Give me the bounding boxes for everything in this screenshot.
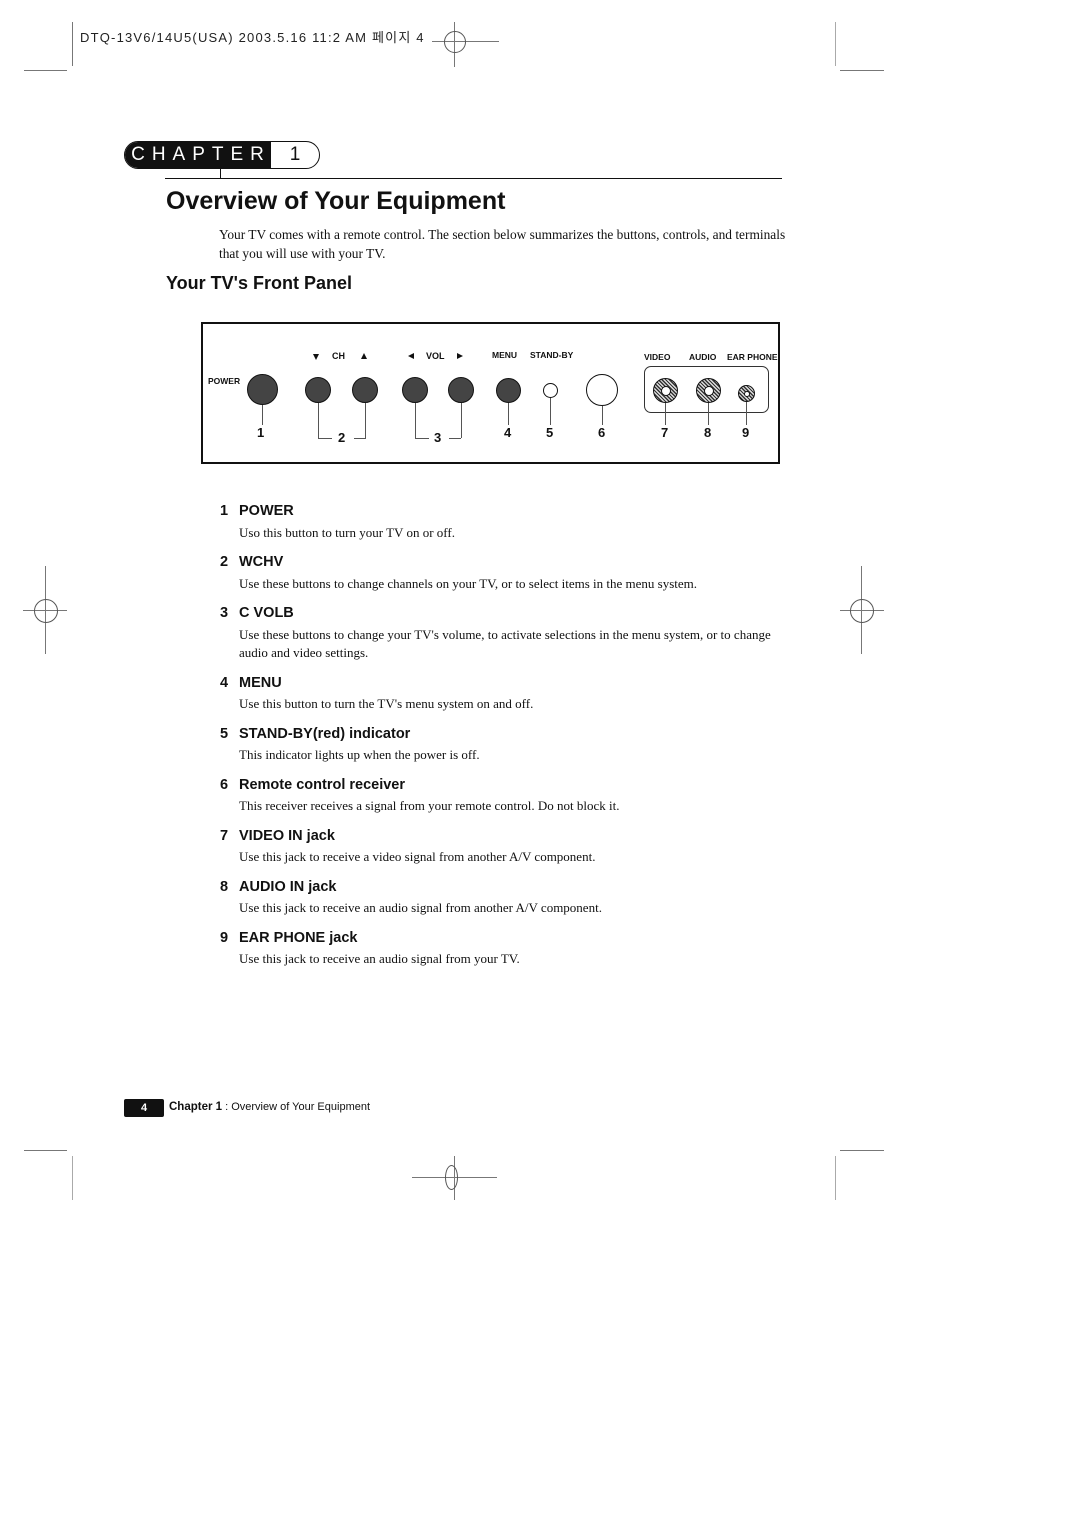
leader-line [262,405,263,425]
section-title: Your TV's Front Panel [166,273,352,293]
callout-number: 8 [704,425,712,440]
crop-mark [840,1150,884,1151]
ch-label: CH [332,351,345,361]
list-item-heading: 7 VIDEO IN jack [220,828,335,844]
footer-chapter: Chapter 1 [169,1101,223,1113]
callout-number: 1 [257,425,265,440]
print-slug: DTQ-13V6/14U5(USA) 2003.5.16 11:2 AM 페이지… [80,30,425,45]
leader-line [449,438,461,439]
chapter-rule [165,178,782,179]
leader-line [746,402,747,425]
running-footer: Chapter 1 : Overview of Your Equipment [169,1101,370,1113]
audio-label: AUDIO [689,352,717,362]
power-label: POWER [208,376,241,386]
chapter-number: 1 [289,144,301,165]
leader-line [708,403,709,425]
list-item-description: This receiver receives a signal from you… [239,798,620,813]
triangle-up-icon [361,353,367,359]
earphone-jack[interactable] [738,385,755,402]
leader-line [550,398,551,425]
registration-circle [34,599,58,623]
list-item-description: Use this jack to receive an audio signal… [239,951,520,966]
triangle-left-icon [408,353,414,359]
callout-number: 7 [661,425,669,440]
footer-title: Overview of Your Equipment [231,1101,371,1113]
leader-line [318,403,319,438]
list-item-heading: 8 AUDIO IN jack [220,879,337,895]
callout-number: 6 [598,425,606,440]
list-item-heading: 6 Remote control receiver [220,777,406,793]
leader-line [415,403,416,438]
audio-in-jack[interactable] [696,378,721,403]
leader-line [415,438,429,439]
leader-line [365,403,366,438]
standby-indicator [543,383,558,398]
earphone-label: EAR PHONE [727,352,778,362]
list-item-description: This indicator lights up when the power … [239,747,480,762]
volume-down-button[interactable] [402,377,428,403]
triangle-right-icon [457,353,463,359]
crop-mark [835,22,836,66]
callout-number: 9 [742,425,750,440]
video-in-jack[interactable] [653,378,678,403]
leader-line [318,438,332,439]
menu-button[interactable] [496,378,521,403]
leader-line [602,406,603,425]
menu-label: MENU [492,350,518,360]
list-item-description: Use this jack to receive an audio signal… [239,900,602,915]
crop-mark [72,1156,73,1200]
standby-label: STAND-BY [530,350,574,360]
triangle-down-icon [313,354,319,360]
leader-line [508,403,509,425]
list-item-description: Uso this button to turn your TV on or of… [239,525,455,540]
remote-receiver [586,374,618,406]
channel-up-button[interactable] [352,377,378,403]
footer-separator: : [222,1101,232,1113]
page-number-badge: 4 [124,1099,164,1117]
callout-number: 5 [546,425,554,440]
volume-up-button[interactable] [448,377,474,403]
registration-circle [445,1165,458,1190]
list-item-heading: 3C VOLB [220,605,294,621]
list-item-description: Use this button to turn the TV's menu sy… [239,696,534,711]
callout-number: 3 [434,430,442,445]
chapter-badge: CHAPTER 1 [124,141,320,169]
page-title: Overview of Your Equipment [166,187,506,215]
channel-down-button[interactable] [305,377,331,403]
list-item-heading: 9 EAR PHONE jack [220,930,358,946]
leader-line [354,438,366,439]
leader-line [665,403,666,425]
list-item-heading: 1 POWER [220,503,294,519]
crop-mark [24,1150,67,1151]
list-item-description: Use these buttons to change channels on … [239,576,698,591]
crop-mark [72,22,73,66]
crop-mark [840,70,884,71]
chapter-label: CHAPTER [125,142,271,168]
front-panel-diagram: CH VOL MENU STAND-BY VIDEO AUDIO EAR PHO… [201,322,780,464]
registration-circle [444,31,466,53]
leader-line [461,403,462,438]
crop-mark [24,70,67,71]
video-label: VIDEO [644,352,671,362]
registration-circle [850,599,874,623]
list-item-description: Use this jack to receive a video signal … [239,849,596,864]
power-button[interactable] [247,374,278,405]
callout-number: 2 [338,430,346,445]
list-item-heading: 2 WCHV [220,554,284,570]
list-item-heading: 4 MENU [220,675,282,691]
vol-label: VOL [426,351,445,361]
list-item-description: Use these buttons to change your TV's vo… [239,627,771,660]
crop-mark [835,1156,836,1200]
callout-number: 4 [504,425,512,440]
list-item-heading: 5 STAND-BY(red) indicator [220,726,411,742]
intro-paragraph: Your TV comes with a remote control. The… [219,227,786,261]
